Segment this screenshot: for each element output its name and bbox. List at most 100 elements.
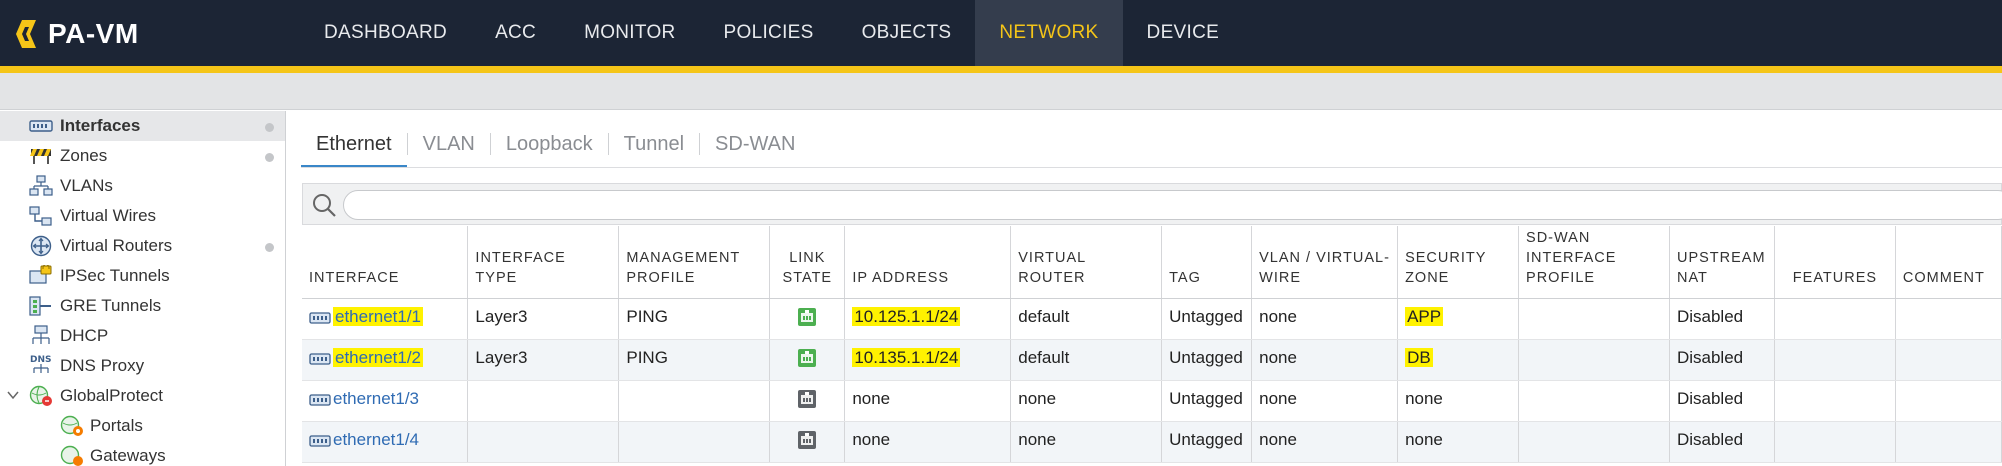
- sidebar-item-virtual-routers[interactable]: Virtual Routers: [0, 231, 285, 261]
- link-up-icon: [797, 348, 817, 368]
- tag-cell: Untagged: [1161, 421, 1253, 463]
- tab-loopback[interactable]: Loopback: [491, 123, 608, 165]
- search-input[interactable]: [343, 190, 2002, 220]
- comment-cell: [1895, 421, 2002, 463]
- ip-address-cell: 10.125.1.1/24: [844, 298, 1012, 340]
- status-dot: [265, 123, 274, 132]
- nav-network[interactable]: NETWORK: [975, 0, 1123, 66]
- interface-cell: ethernet1/4: [302, 421, 469, 463]
- column-header-security-zone[interactable]: SECURITY ZONE: [1397, 226, 1520, 299]
- tab-sd-wan[interactable]: SD-WAN: [700, 123, 810, 165]
- column-header-management-profile[interactable]: MANAGEMENT PROFILE: [618, 226, 771, 299]
- interface-link[interactable]: ethernet1/4: [333, 430, 419, 449]
- features-cell: [1774, 421, 1896, 463]
- sidebar-item-ipsec-tunnels[interactable]: IPSec Tunnels: [0, 261, 285, 291]
- security-zone-cell: none: [1397, 421, 1520, 463]
- link-up-icon: [797, 307, 817, 327]
- chevron-down-icon[interactable]: [6, 387, 20, 401]
- column-header-link-state[interactable]: LINK STATE: [769, 226, 846, 299]
- sidebar-item-label: DHCP: [60, 326, 109, 345]
- nav-policies[interactable]: POLICIES: [700, 0, 838, 66]
- nav-objects[interactable]: OBJECTS: [838, 0, 976, 66]
- main-panel: Ethernet VLAN Loopback Tunnel SD-WAN INT…: [287, 111, 2002, 466]
- interface-type-cell: Layer3: [467, 298, 620, 340]
- column-header-features[interactable]: FEATURES: [1774, 226, 1896, 299]
- sidebar-item-gre-tunnels[interactable]: GRE Tunnels: [0, 291, 285, 321]
- virtual-router-cell: default: [1010, 298, 1163, 340]
- sidebar-item-interfaces[interactable]: Interfaces: [0, 111, 285, 141]
- top-bar: PA-VM DASHBOARD ACC MONITOR POLICIES OBJ…: [0, 0, 2002, 66]
- search-icon[interactable]: [311, 192, 337, 218]
- column-header-vlan-virtual-wire[interactable]: VLAN / VIRTUAL- WIRE: [1251, 226, 1399, 299]
- nav-monitor[interactable]: MONITOR: [560, 0, 699, 66]
- upstream-nat-cell: Disabled: [1669, 339, 1775, 381]
- security-zone-cell: DB: [1397, 339, 1520, 381]
- comment-cell: [1895, 380, 2002, 422]
- column-header-sd-wan-interface-profile[interactable]: SD-WAN INTERFACE PROFILE: [1518, 226, 1670, 299]
- column-header-virtual-router[interactable]: VIRTUAL ROUTER: [1010, 226, 1163, 299]
- nav-dashboard[interactable]: DASHBOARD: [300, 0, 471, 66]
- sidebar-item-label: Interfaces: [60, 116, 141, 135]
- interface-type-cell: [467, 380, 620, 422]
- column-header-ip-address[interactable]: IP ADDRESS: [844, 226, 1012, 299]
- sidebar-item-vlans[interactable]: VLANs: [0, 171, 285, 201]
- upstream-nat-cell: Disabled: [1669, 298, 1775, 340]
- sd-wan-profile-cell: [1518, 380, 1670, 422]
- interface-cell: ethernet1/3: [302, 380, 469, 422]
- interfaces-table: INTERFACE INTERFACE TYPE MANAGEMENT PROFI…: [302, 226, 2002, 463]
- interface-link[interactable]: ethernet1/1: [333, 306, 424, 326]
- zones-icon: [29, 145, 53, 167]
- interface-link[interactable]: ethernet1/2: [333, 347, 424, 367]
- virtual-wires-icon: [29, 205, 53, 227]
- sidebar-item-globalprotect[interactable]: GlobalProtect: [0, 381, 285, 411]
- sd-wan-profile-cell: [1518, 298, 1670, 340]
- tab-vlan[interactable]: VLAN: [408, 123, 490, 165]
- virtual-router-cell: none: [1010, 380, 1163, 422]
- tag-cell: Untagged: [1161, 380, 1253, 422]
- sidebar-item-label: DNS Proxy: [60, 356, 145, 375]
- virtual-routers-icon: [29, 235, 53, 257]
- sidebar-item-dns-proxy[interactable]: DNS DNS Proxy: [0, 351, 285, 381]
- virtual-router-cell: default: [1010, 339, 1163, 381]
- tab-ethernet[interactable]: Ethernet: [301, 123, 407, 168]
- sidebar-item-label: Virtual Routers: [60, 236, 173, 255]
- sd-wan-profile-cell: [1518, 339, 1670, 381]
- ip-address-cell: 10.135.1.1/24: [844, 339, 1012, 381]
- sidebar-item-dhcp[interactable]: DHCP: [0, 321, 285, 351]
- table-row[interactable]: ethernet1/2 Layer3 PING 10.135.1.1/24 de…: [302, 339, 2002, 381]
- sidebar-item-portals[interactable]: Portals: [0, 411, 285, 441]
- ethernet-port-icon: [309, 351, 331, 365]
- gateways-icon: [60, 445, 84, 466]
- column-header-upstream-nat[interactable]: UPSTREAM NAT: [1669, 226, 1775, 299]
- table-row[interactable]: ethernet1/4 none none Untagged none none…: [302, 421, 2002, 463]
- vlan-virtual-wire-cell: none: [1251, 298, 1399, 340]
- security-zone-cell: none: [1397, 380, 1520, 422]
- column-header-interface-type[interactable]: INTERFACE TYPE: [467, 226, 620, 299]
- logo-icon: [12, 18, 42, 50]
- dhcp-icon: [29, 325, 53, 347]
- status-dot: [265, 243, 274, 252]
- vlan-virtual-wire-cell: none: [1251, 339, 1399, 381]
- management-profile-cell: [618, 380, 771, 422]
- tag-cell: Untagged: [1161, 298, 1253, 340]
- ethernet-port-icon: [309, 433, 331, 447]
- sidebar-item-label: IPSec Tunnels: [60, 266, 170, 285]
- vlans-icon: [29, 175, 53, 197]
- interface-link[interactable]: ethernet1/3: [333, 389, 419, 408]
- nav-acc[interactable]: ACC: [471, 0, 560, 66]
- sidebar-item-zones[interactable]: Zones: [0, 141, 285, 171]
- sd-wan-profile-cell: [1518, 421, 1670, 463]
- table-row[interactable]: ethernet1/3 none none Untagged none none…: [302, 380, 2002, 422]
- column-header-tag[interactable]: TAG: [1161, 226, 1253, 299]
- sidebar: Interfaces Zones VLANs Virtual Wires Vir…: [0, 111, 286, 466]
- column-header-interface[interactable]: INTERFACE: [302, 226, 469, 299]
- table-row[interactable]: ethernet1/1 Layer3 PING 10.125.1.1/24 de…: [302, 298, 2002, 340]
- column-header-comment[interactable]: COMMENT: [1895, 226, 2002, 299]
- nav-device[interactable]: DEVICE: [1123, 0, 1244, 66]
- sidebar-item-gateways[interactable]: Gateways: [0, 441, 285, 466]
- vlan-virtual-wire-cell: none: [1251, 421, 1399, 463]
- tab-tunnel[interactable]: Tunnel: [609, 123, 699, 165]
- management-profile-cell: PING: [618, 339, 771, 381]
- sidebar-item-virtual-wires[interactable]: Virtual Wires: [0, 201, 285, 231]
- tab-bar: Ethernet VLAN Loopback Tunnel SD-WAN: [301, 123, 810, 168]
